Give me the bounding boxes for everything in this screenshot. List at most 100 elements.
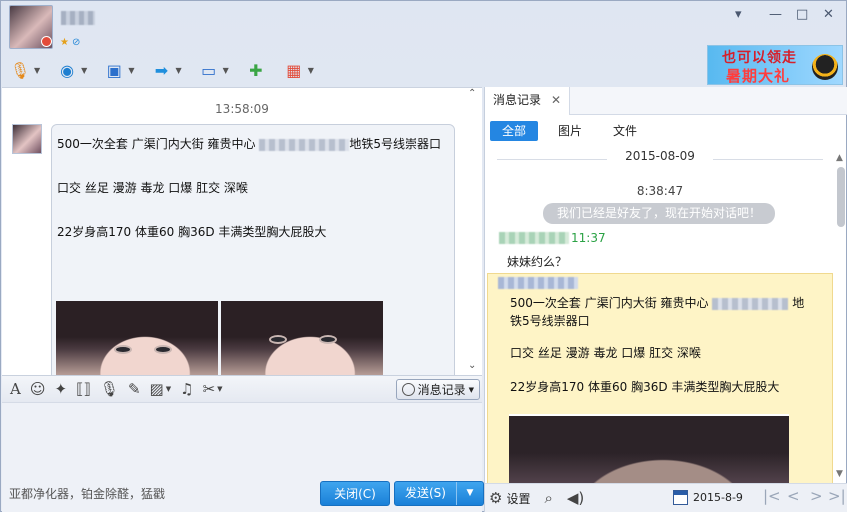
send-label: 发送(S) xyxy=(395,482,457,505)
chevron-down-icon: ▼ xyxy=(468,385,474,394)
send-button[interactable]: 发送(S) ▼ xyxy=(394,481,484,506)
sender-avatar[interactable] xyxy=(12,124,42,154)
search-icon[interactable]: ⌕ xyxy=(544,489,552,507)
remote-desktop-button[interactable]: ▭ ▼ xyxy=(198,59,229,81)
first-page-icon[interactable]: |< xyxy=(763,487,781,505)
highlighted-message[interactable]: 500一次全套 广渠门内大街 雍贵中心 地 铁5号线崇器口 口交 丝足 漫游 毒… xyxy=(487,273,833,512)
microphone-icon: 🎙 xyxy=(9,60,31,80)
screen-share-icon: ▣ xyxy=(106,60,122,80)
star-icon: ★ xyxy=(60,37,69,48)
remote-desktop-icon: ▭ xyxy=(201,60,217,80)
edit-icon[interactable]: ✎ xyxy=(128,380,141,398)
footer-date: 2015-8-9 xyxy=(693,491,743,504)
input-toolbar: A ☺ ✦ ⟦⟧ 🎙 ✎ ▨ ▼ ♫ ✂ ▼ 消息记录 ▼ xyxy=(2,375,482,403)
gear-icon[interactable]: ⚙ xyxy=(489,489,502,507)
promo-banner[interactable]: 也可以领走 暑期大礼 xyxy=(707,45,843,85)
file-transfer-icon: ➡ xyxy=(154,60,169,80)
close-icon[interactable]: ✕ xyxy=(823,7,834,22)
banner-line2: 暑期大礼 xyxy=(726,67,791,85)
clock-icon xyxy=(401,383,415,396)
sender-time: 11:37 xyxy=(571,231,606,245)
voice-message-icon[interactable]: 🎙 xyxy=(100,380,119,398)
contact-status-icons: ★ ⊘ xyxy=(60,37,83,48)
chevron-down-icon: ▼ xyxy=(222,65,229,75)
image-icon[interactable]: ▨ ▼ xyxy=(150,380,172,398)
prev-page-icon[interactable]: < xyxy=(787,487,800,505)
message-line: 500一次全套 广渠门内大街 雍贵中心 地铁5号线崇器口 xyxy=(57,137,442,151)
send-options-icon[interactable]: ▼ xyxy=(457,482,483,505)
message-timestamp: 13:58:09 xyxy=(215,102,269,116)
penguin-icon xyxy=(812,54,838,80)
scroll-thumb[interactable] xyxy=(837,167,845,227)
chevron-down-icon: ▼ xyxy=(128,65,135,75)
apps-icon: ▦ xyxy=(286,60,302,80)
scroll-up-icon[interactable]: ⌃ xyxy=(468,88,476,99)
last-page-icon[interactable]: >| xyxy=(828,487,846,505)
history-time: 8:38:47 xyxy=(636,184,684,198)
chevron-down-icon: ▼ xyxy=(81,65,88,75)
message-line: 口交 丝足 漫游 毒龙 口爆 肛交 深喉 xyxy=(57,181,248,195)
chat-messages-pane[interactable]: 13:58:09 500一次全套 广渠门内大街 雍贵中心 地铁5号线崇器口 口交… xyxy=(2,87,482,375)
scroll-down-icon[interactable]: ⌄ xyxy=(468,360,476,371)
camera-icon: ◉ xyxy=(60,60,75,80)
screenshot-icon[interactable]: ✂ ▼ xyxy=(203,380,223,398)
status-badge-icon xyxy=(41,36,52,47)
history-tabbar: 消息记录 ✕ xyxy=(485,87,847,115)
tab-message-history[interactable]: 消息记录 ✕ xyxy=(485,87,571,115)
history-footer: ⚙ 设置 ⌕ ◀) 2015-8-9 |< < > >| xyxy=(485,483,847,512)
dropdown-icon[interactable]: ▾ xyxy=(735,7,742,22)
tab-label: 消息记录 xyxy=(493,93,542,107)
message-history-label: 消息记录 xyxy=(417,383,466,397)
minimize-icon[interactable]: — xyxy=(769,7,782,22)
voice-call-button[interactable]: 🎙 ▼ xyxy=(9,59,40,81)
screen-share-button[interactable]: ▣ ▼ xyxy=(103,59,135,81)
magic-icon[interactable]: ✦ xyxy=(54,380,67,398)
blurred-text xyxy=(259,138,350,151)
speaker-icon[interactable]: ◀) xyxy=(567,489,584,507)
signature-ad-link[interactable]: 亚都净化器，铂金除醛，猛戳 xyxy=(9,485,165,502)
message-photo[interactable] xyxy=(56,301,218,375)
system-message: 我们已经是好友了，现在开始对话吧！ xyxy=(543,203,775,224)
filter-images[interactable]: 图片 xyxy=(546,121,594,141)
chevron-down-icon: ▼ xyxy=(34,65,41,75)
banner-line1: 也可以领走 xyxy=(722,50,797,66)
font-icon[interactable]: A xyxy=(10,380,21,398)
next-page-icon[interactable]: > xyxy=(810,487,823,505)
maximize-icon[interactable]: □ xyxy=(796,7,808,22)
calendar-icon[interactable] xyxy=(673,490,688,505)
history-scrollbar[interactable]: ▲ ▼ xyxy=(835,153,847,481)
message-plus-icon: ✚ xyxy=(249,60,263,80)
chevron-down-icon: ▼ xyxy=(175,65,182,75)
shake-icon[interactable]: ⟦⟧ xyxy=(76,380,91,398)
message-input[interactable]: 亚都净化器，铂金除醛，猛戳 关闭(C) 发送(S) ▼ xyxy=(2,403,484,512)
message-line: 22岁身高170 体重60 胸36D 丰满类型胸大屁股大 xyxy=(57,225,327,239)
history-sender: 11:37 xyxy=(499,231,606,245)
scroll-down-icon[interactable]: ▼ xyxy=(836,469,843,479)
scroll-up-icon[interactable]: ▲ xyxy=(836,153,843,163)
chat-scrollbar[interactable]: ⌃ ⌄ xyxy=(468,88,480,375)
video-call-button[interactable]: ◉ ▼ xyxy=(56,59,87,81)
contact-nickname xyxy=(61,11,95,25)
filter-all[interactable]: 全部 xyxy=(490,121,539,141)
blurred-text xyxy=(712,297,789,310)
create-discussion-button[interactable]: ✚ xyxy=(245,59,267,81)
chevron-down-icon: ▼ xyxy=(307,65,314,75)
main-toolbar: 🎙 ▼ ◉ ▼ ▣ ▼ ➡ ▼ ▭ ▼ ✚ ▦ ▼ xyxy=(9,57,330,83)
message-photo[interactable] xyxy=(221,301,383,375)
file-transfer-button[interactable]: ➡ ▼ xyxy=(150,59,182,81)
emoji-icon[interactable]: ☺ xyxy=(30,380,46,398)
blurred-sender-name xyxy=(499,232,569,244)
blurred-sender-name xyxy=(498,277,578,289)
settings-link[interactable]: 设置 xyxy=(506,490,530,507)
close-button[interactable]: 关闭(C) xyxy=(320,481,390,506)
apps-button[interactable]: ▦ ▼ xyxy=(283,59,314,81)
qq-space-icon[interactable]: ⊘ xyxy=(72,37,80,48)
music-icon[interactable]: ♫ xyxy=(180,380,193,398)
filter-files[interactable]: 文件 xyxy=(601,121,649,141)
message-history-button[interactable]: 消息记录 ▼ xyxy=(395,379,480,400)
history-date: 2015-08-09 xyxy=(485,149,835,163)
highlighted-message-body: 500一次全套 广渠门内大街 雍贵中心 地 铁5号线崇器口 口交 丝足 漫游 毒… xyxy=(510,296,805,394)
history-message: 妹妹约么？ xyxy=(507,255,568,269)
chat-window: ★ ⊘ ▾ — □ ✕ 🎙 ▼ ◉ ▼ ▣ ▼ ➡ ▼ ▭ ▼ ✚ ▦ ▼ 也可以领走 暑期大… xyxy=(0,0,847,512)
close-tab-icon[interactable]: ✕ xyxy=(551,93,561,107)
